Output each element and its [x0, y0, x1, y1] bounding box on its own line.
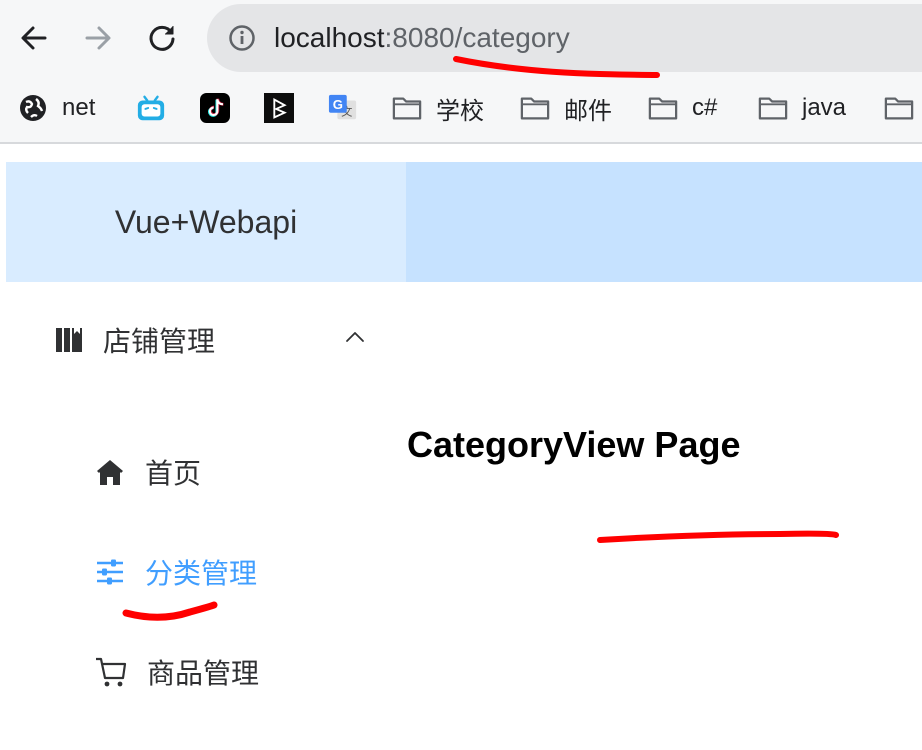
dark-app-icon — [264, 93, 294, 123]
arrow-left-icon — [21, 26, 47, 50]
url-path: :8080/category — [384, 22, 570, 53]
menu-item-category[interactable]: 分类管理 — [95, 552, 257, 592]
url-host: localhost — [274, 22, 385, 53]
menu-item-home[interactable]: 首页 — [95, 452, 201, 492]
cart-icon — [96, 657, 127, 687]
page-heading: CategoryView Page — [407, 424, 741, 465]
menu-item-label: 首页 — [145, 458, 202, 489]
bookmark-dark-app[interactable] — [264, 92, 294, 124]
bookmark-label: net — [62, 94, 96, 121]
bookmark-google-translate[interactable]: 文G — [328, 92, 358, 124]
bookmark-bilibili[interactable] — [136, 92, 166, 124]
folder-icon — [758, 93, 788, 123]
bookmark-folder-java[interactable]: java — [758, 92, 846, 124]
folder-icon — [884, 93, 914, 123]
bookmark-net[interactable]: net — [18, 92, 95, 124]
bookmark-folder-csharp[interactable]: c# — [648, 92, 717, 124]
menu-item-products[interactable]: 商品管理 — [95, 652, 259, 692]
address-bar[interactable]: localhost:8080/category — [207, 4, 922, 72]
bookmark-folder-mail[interactable]: 邮件 — [520, 92, 612, 125]
bookmark-tiktok[interactable] — [200, 92, 230, 124]
submenu-title: 店铺管理 — [103, 326, 216, 357]
menu-item-label: 商品管理 — [147, 658, 260, 689]
folder-icon — [392, 93, 422, 123]
url-text[interactable]: localhost:8080/category — [274, 20, 570, 56]
app-top-header — [406, 162, 922, 282]
menu-item-label: 分类管理 — [145, 558, 258, 589]
bookmark-label: java — [802, 94, 847, 121]
svg-text:G: G — [333, 97, 343, 112]
forward-button[interactable] — [76, 16, 120, 60]
app-brand: Vue+Webapi — [114, 203, 298, 240]
chevron-up-icon[interactable] — [345, 330, 365, 344]
reload-icon — [149, 25, 175, 51]
google-translate-icon: 文G — [328, 93, 358, 123]
sliders-icon — [97, 559, 123, 585]
bookmarks-bar: net 文G 学校 邮件 c# java — [0, 78, 922, 144]
info-icon[interactable] — [228, 24, 256, 52]
submenu-store-management[interactable]: 店铺管理 — [55, 318, 375, 362]
tiktok-icon — [200, 93, 230, 123]
bookmark-folder-school[interactable]: 学校 — [392, 92, 484, 125]
bilibili-icon — [136, 93, 166, 123]
folder-icon — [520, 93, 550, 123]
browser-toolbar: localhost:8080/category — [0, 0, 922, 78]
bookmark-label: c# — [692, 94, 718, 121]
bookmark-label: 邮件 — [564, 97, 612, 125]
bookmark-folder-more[interactable] — [884, 92, 914, 124]
home-icon — [97, 460, 123, 485]
bookmark-label: 学校 — [436, 97, 484, 125]
folder-icon — [648, 93, 678, 123]
reload-button[interactable] — [140, 16, 184, 60]
globe-icon — [18, 93, 48, 123]
app-brand-header: Vue+Webapi — [6, 162, 406, 282]
arrow-right-icon — [85, 26, 111, 50]
shop-icon — [56, 328, 82, 352]
menu-underline-mark — [122, 601, 218, 621]
heading-underline-mark — [597, 530, 839, 543]
back-button[interactable] — [12, 16, 56, 60]
